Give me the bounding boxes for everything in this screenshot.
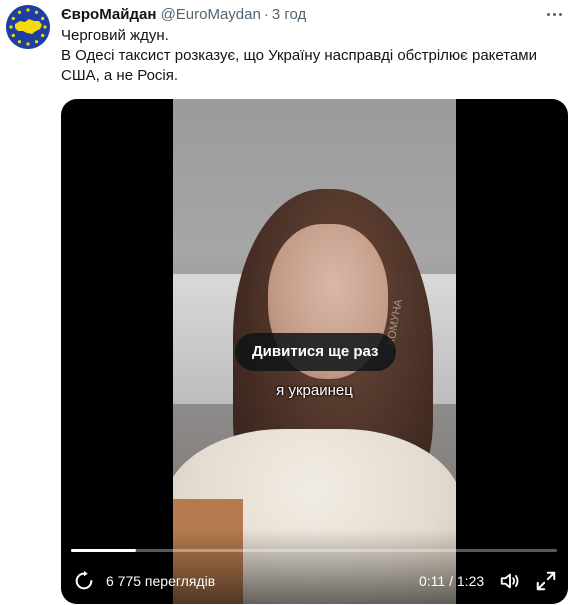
- video-subtitle: я украинец: [276, 382, 353, 399]
- controls-gradient: [61, 529, 568, 604]
- replay-icon[interactable]: [73, 570, 95, 592]
- duration: 1:23: [456, 573, 485, 589]
- avatar[interactable]: [6, 5, 50, 49]
- tweet-text: Черговий ждун. В Одесі таксист розказує,…: [61, 26, 561, 86]
- more-options-button[interactable]: [542, 4, 566, 24]
- timecode: 0:11 / 1:23: [419, 573, 484, 589]
- time-separator: /: [449, 573, 453, 589]
- user-handle[interactable]: @EuroMaydan: [161, 6, 261, 23]
- separator-dot: ·: [263, 6, 269, 23]
- display-name[interactable]: ЄвроМайдан: [61, 6, 156, 23]
- volume-icon[interactable]: [499, 570, 521, 592]
- tweet-text-line: США, а не Росія.: [61, 67, 179, 84]
- current-time: 0:11: [419, 573, 446, 589]
- euromaydan-logo-icon: [6, 5, 50, 49]
- tweet: ЄвроМайдан @EuroMaydan · 3 год Черговий жд…: [0, 0, 576, 605]
- watch-again-button[interactable]: Дивитися ще раз: [235, 333, 396, 371]
- progress-fill: [71, 549, 136, 552]
- tweet-text-line: В Одесі таксист розказує, що Україну нас…: [61, 47, 537, 64]
- fullscreen-icon[interactable]: [535, 570, 557, 592]
- timestamp[interactable]: 3 год: [272, 6, 306, 23]
- progress-bar[interactable]: [71, 549, 557, 552]
- more-horizontal-icon: [546, 12, 550, 16]
- view-count: 6 775 переглядів: [106, 573, 216, 589]
- tweet-text-line: Черговий ждун.: [61, 27, 169, 44]
- tweet-header: ЄвроМайдан @EuroMaydan · 3 год: [61, 6, 306, 24]
- video-player[interactable]: КОМУНА Дивитися ще раз я украинец 6 775 …: [61, 99, 568, 604]
